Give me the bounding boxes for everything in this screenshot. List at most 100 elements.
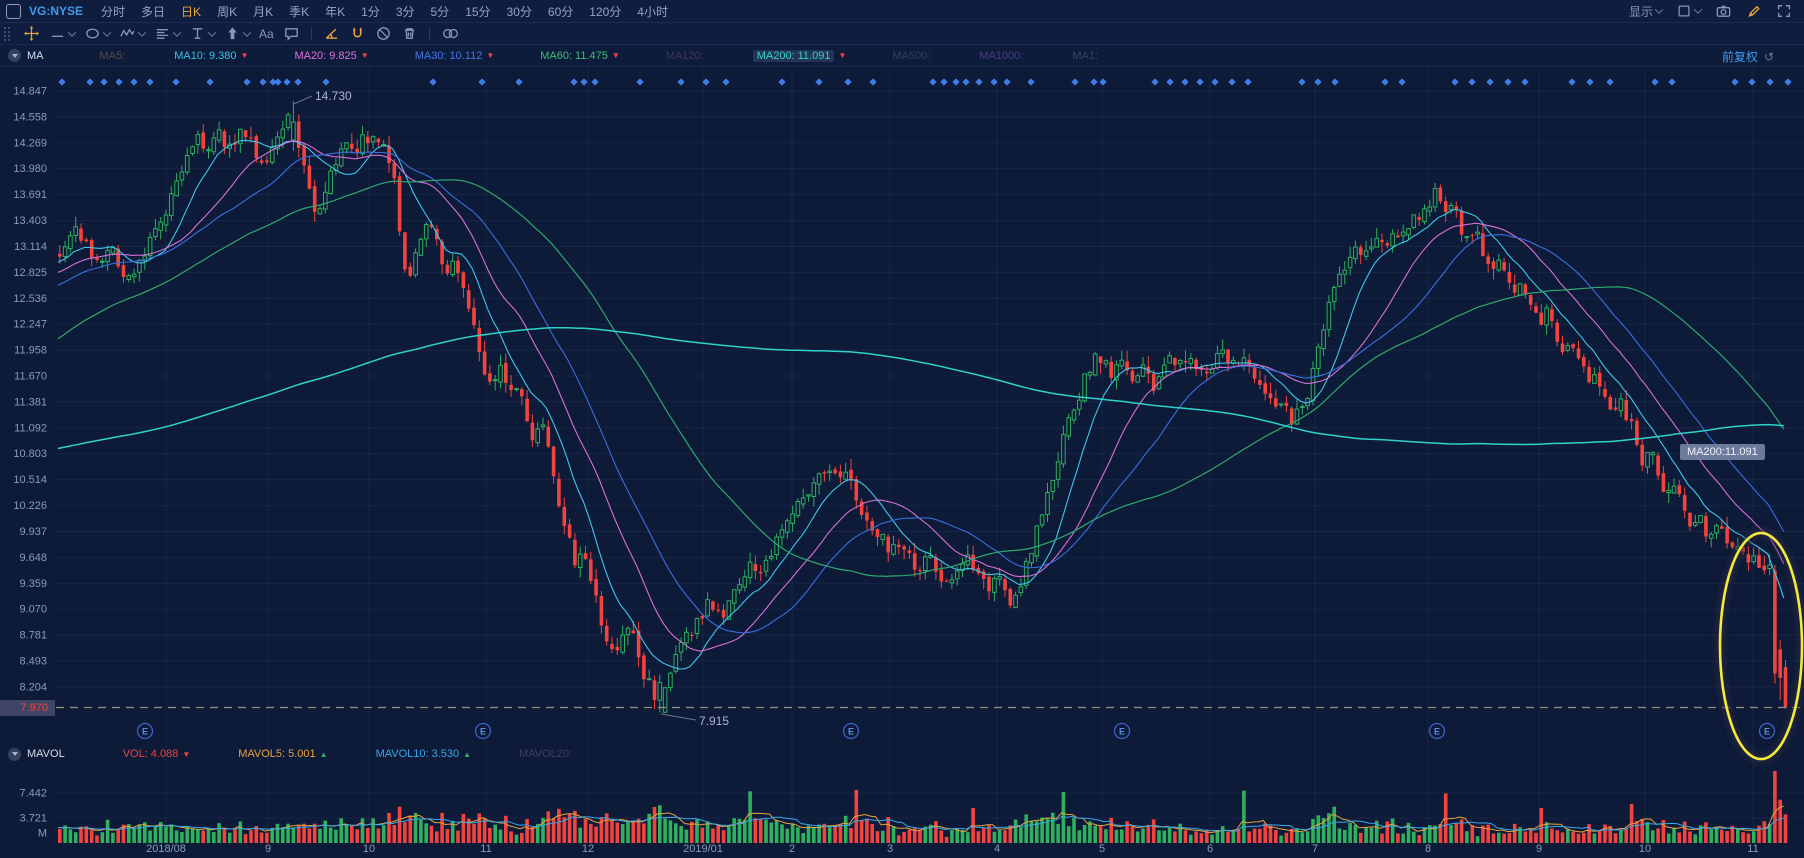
tab-11[interactable]: 30分 bbox=[507, 3, 532, 20]
ma-value-6: 11.091 bbox=[797, 49, 831, 62]
price-label-icon[interactable] bbox=[189, 25, 217, 42]
display-label: 显示 bbox=[1628, 4, 1653, 19]
svg-text:12.825: 12.825 bbox=[13, 267, 47, 279]
svg-text:7: 7 bbox=[1312, 843, 1318, 855]
app-window-icon[interactable] bbox=[6, 3, 21, 19]
price-axis[interactable]: 14.847 14.558 14.269 13.980 13.691 13.403 13.1… bbox=[13, 86, 47, 840]
svg-text:10: 10 bbox=[363, 843, 375, 855]
down-triangle-icon: ▼ bbox=[360, 51, 369, 60]
tab-0[interactable]: 分时 bbox=[101, 3, 125, 20]
tab-7[interactable]: 1分 bbox=[361, 3, 380, 20]
mavol-item-1[interactable]: MAVOL5: 5.001 ▲ bbox=[238, 748, 327, 760]
svg-text:11.092: 11.092 bbox=[14, 422, 47, 434]
drawing-toolbar: Aa bbox=[0, 23, 1804, 45]
hide-drawings-icon[interactable] bbox=[375, 25, 392, 42]
chart-canvas[interactable]: 14.847 14.558 14.269 13.980 13.691 13.403 13.1… bbox=[0, 0, 1804, 855]
mavol-value-0: 4.088 bbox=[150, 748, 179, 760]
svg-text:10.803: 10.803 bbox=[13, 448, 47, 460]
mavol-item-2[interactable]: MAVOL10: 3.530 ▲ bbox=[376, 748, 471, 760]
ma-item-6[interactable]: MA200: 11.091 ▼ bbox=[752, 49, 847, 62]
collapse-indicator-icon[interactable] bbox=[8, 747, 21, 761]
highlight-ellipse-annotation[interactable] bbox=[1715, 528, 1804, 764]
tab-3[interactable]: 周K bbox=[217, 3, 237, 20]
chevron-down-icon bbox=[67, 27, 77, 37]
mavol-item-3[interactable]: MAVOL20: bbox=[519, 748, 575, 760]
ma-group-label[interactable]: MA bbox=[27, 50, 44, 62]
svg-text:12: 12 bbox=[582, 843, 594, 855]
angle-icon[interactable] bbox=[323, 25, 340, 42]
tab-5[interactable]: 季K bbox=[289, 3, 309, 20]
svg-text:7.915: 7.915 bbox=[699, 714, 729, 728]
ma-item-0[interactable]: MA5: bbox=[100, 50, 129, 62]
ma-item-2[interactable]: MA20: 9.825 ▼ bbox=[294, 50, 368, 62]
ma-item-3[interactable]: MA30: 10.112 ▼ bbox=[415, 50, 495, 62]
mavol-label-1: MAVOL5: bbox=[238, 748, 286, 760]
ma-item-7[interactable]: MA500: bbox=[892, 50, 933, 62]
mavol-value-1: 5.001 bbox=[288, 748, 316, 760]
svg-text:8.493: 8.493 bbox=[19, 656, 47, 668]
drag-handle-icon bbox=[2, 26, 14, 41]
tab-2[interactable]: 日K bbox=[181, 3, 201, 20]
tab-9[interactable]: 5分 bbox=[431, 3, 450, 20]
time-axis[interactable]: 2018/08 9 10 11 12 2019/01 2 3 4 5 6 7 8 9 10 11 bbox=[146, 843, 1759, 855]
tab-8[interactable]: 3分 bbox=[396, 3, 415, 20]
comment-icon[interactable] bbox=[283, 25, 300, 42]
chevron-down-icon bbox=[207, 27, 217, 37]
trend-line-icon[interactable] bbox=[49, 25, 77, 42]
fib-lines-icon[interactable] bbox=[154, 25, 182, 42]
screenshot-button[interactable] bbox=[1715, 3, 1732, 20]
svg-text:E: E bbox=[1434, 727, 1440, 737]
pencil-icon bbox=[1748, 5, 1760, 17]
svg-text:9.359: 9.359 bbox=[19, 578, 47, 590]
down-triangle-icon: ▼ bbox=[838, 51, 847, 60]
up-triangle-icon: ▲ bbox=[463, 749, 472, 759]
ma-label-4: MA60: bbox=[540, 49, 573, 62]
adjust-mode-button[interactable]: 前复权 ↺ bbox=[1722, 48, 1774, 65]
tab-14[interactable]: 4小时 bbox=[637, 3, 668, 20]
mavol-item-0[interactable]: VOL: 4.088 ▼ bbox=[123, 748, 191, 760]
ma-value-1: 9.380 bbox=[208, 49, 237, 62]
arrow-marker-icon[interactable] bbox=[224, 25, 252, 42]
ma-item-9[interactable]: MA1: bbox=[1072, 50, 1101, 62]
text-icon[interactable]: Aa bbox=[259, 27, 274, 41]
svg-text:8.204: 8.204 bbox=[19, 681, 47, 693]
tab-1[interactable]: 多日 bbox=[141, 3, 165, 20]
move-icon[interactable] bbox=[23, 25, 40, 42]
ma-item-8[interactable]: MA1000: bbox=[979, 50, 1026, 62]
volume-bars[interactable] bbox=[58, 771, 1788, 843]
svg-text:13.980: 13.980 bbox=[13, 163, 47, 175]
ma-item-5[interactable]: MA120: bbox=[666, 50, 707, 62]
tab-6[interactable]: 年K bbox=[325, 3, 345, 20]
fullscreen-button[interactable] bbox=[1776, 3, 1792, 19]
tab-12[interactable]: 60分 bbox=[548, 3, 573, 20]
svg-text:6: 6 bbox=[1207, 843, 1213, 855]
tab-10[interactable]: 15分 bbox=[465, 3, 490, 20]
earnings-markers[interactable]: EEEEEE bbox=[136, 722, 1776, 740]
layout-dropdown[interactable] bbox=[1676, 3, 1703, 19]
ma-label-8: MA1000: bbox=[979, 49, 1024, 62]
link-charts-icon[interactable] bbox=[441, 25, 460, 42]
candles-layer[interactable] bbox=[58, 101, 1788, 713]
svg-text:11.670: 11.670 bbox=[14, 371, 47, 383]
magnet-icon[interactable] bbox=[349, 25, 366, 42]
mavol-label-2: MAVOL10: bbox=[375, 748, 429, 760]
tab-4[interactable]: 月K bbox=[253, 3, 273, 20]
draw-button[interactable] bbox=[1746, 3, 1762, 19]
ma-label-9: MA1: bbox=[1072, 49, 1099, 62]
news-diamond-markers[interactable] bbox=[58, 78, 1792, 86]
mavol-label-3: MAVOL20: bbox=[519, 748, 573, 760]
delete-drawings-icon[interactable] bbox=[401, 25, 418, 42]
svg-text:10.514: 10.514 bbox=[13, 474, 47, 486]
svg-text:8: 8 bbox=[1425, 843, 1431, 855]
tab-13[interactable]: 120分 bbox=[589, 3, 621, 20]
chevron-down-icon bbox=[102, 27, 112, 37]
display-dropdown[interactable]: 显示 bbox=[1628, 3, 1664, 20]
symbol-label[interactable]: VG:NYSE bbox=[29, 4, 83, 18]
mavol-group-label[interactable]: MAVOL bbox=[27, 748, 65, 760]
shape-icon[interactable] bbox=[84, 25, 112, 42]
layout-icon bbox=[1678, 5, 1690, 17]
collapse-indicator-icon[interactable] bbox=[8, 49, 21, 62]
wave-icon[interactable] bbox=[119, 25, 147, 42]
ma-item-4[interactable]: MA60: 11.475 ▼ bbox=[540, 50, 620, 62]
ma-item-1[interactable]: MA10: 9.380 ▼ bbox=[174, 50, 248, 62]
